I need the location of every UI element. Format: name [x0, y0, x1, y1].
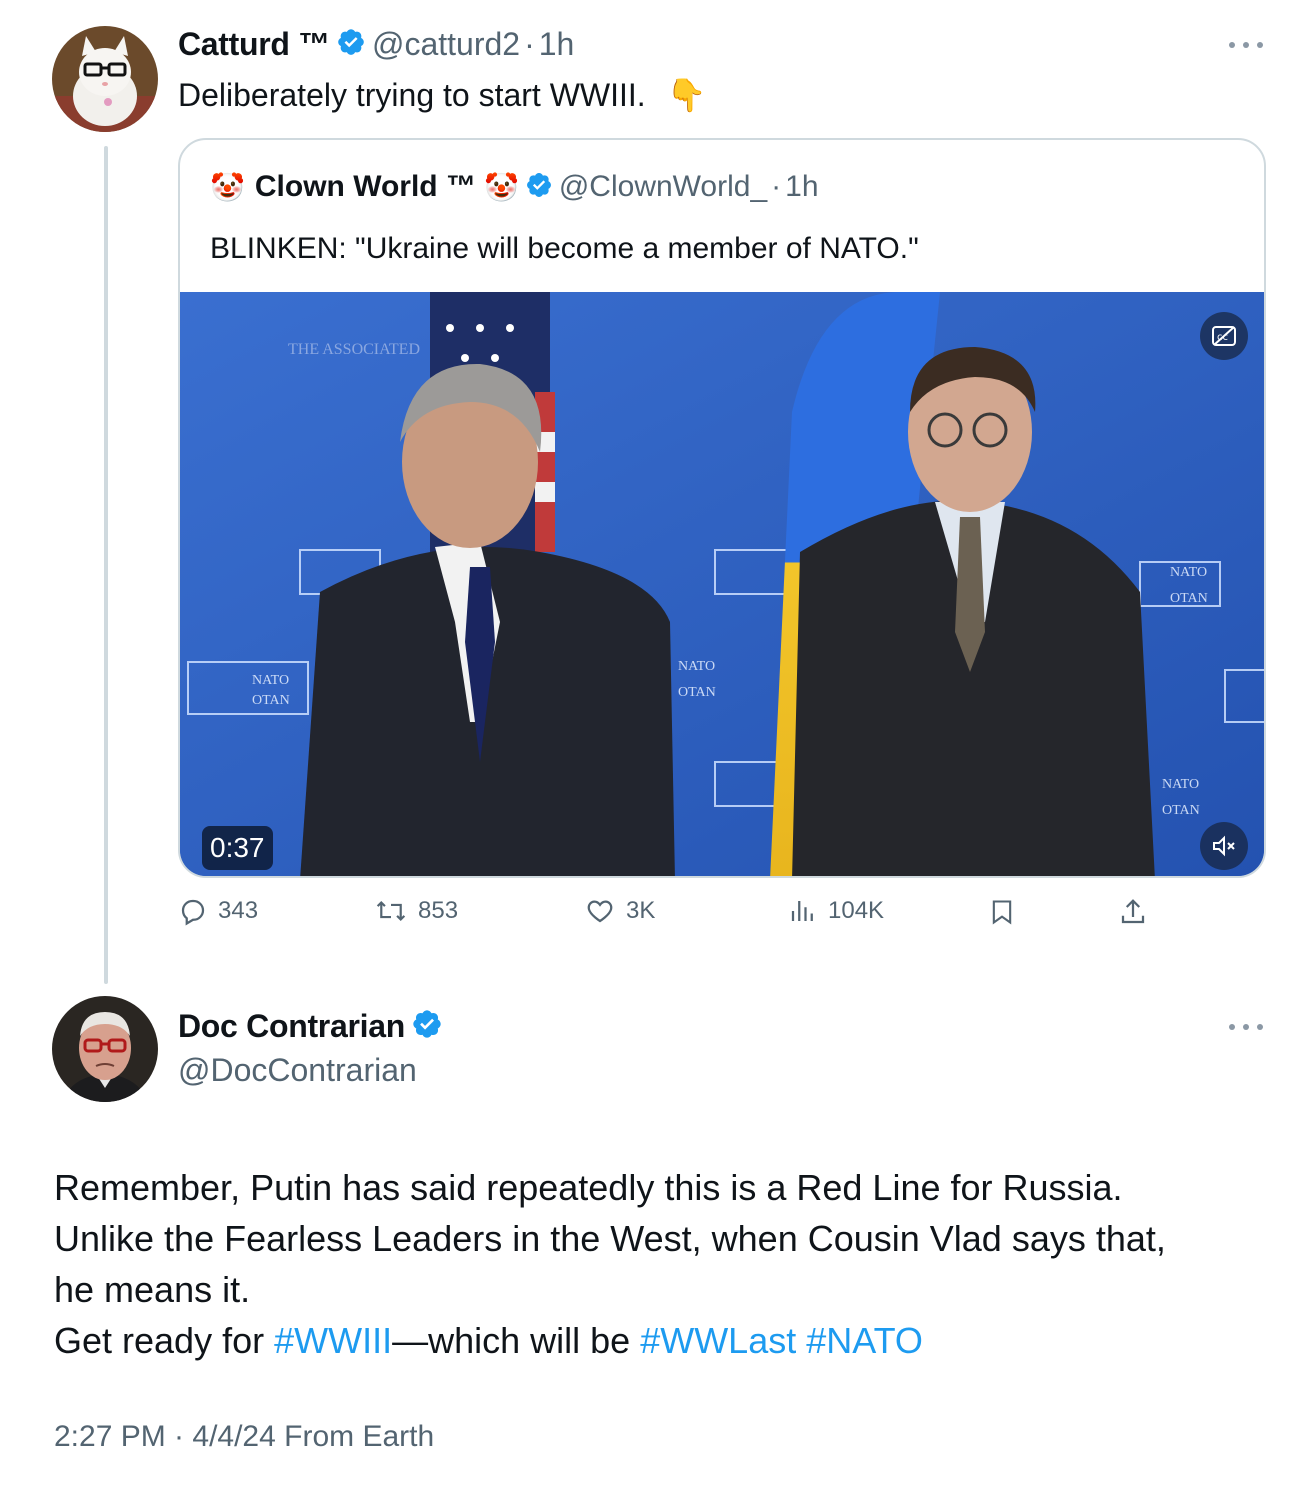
- tweet2-line: Remember, Putin has said repeatedly this…: [54, 1167, 1123, 1208]
- verified-badge-icon: [525, 171, 553, 204]
- catturd-avatar[interactable]: [52, 26, 158, 132]
- tweet1-more-icon[interactable]: [1229, 40, 1263, 50]
- verified-badge-icon: [411, 1008, 443, 1045]
- share-button[interactable]: [1118, 896, 1148, 928]
- quoted-tweet[interactable]: 🤡 Clown World ™ 🤡 @ClownWorld_ · 1h BLIN…: [178, 138, 1266, 878]
- repost-icon: [376, 900, 406, 922]
- tweet2-text: Remember, Putin has said repeatedly this…: [54, 1162, 1284, 1366]
- reply-icon: [181, 899, 205, 926]
- repost-button[interactable]: 853: [374, 896, 458, 926]
- hashtag-wwlast[interactable]: #WWLast: [640, 1320, 796, 1361]
- separator-dot: ·: [524, 26, 535, 62]
- reply-button[interactable]: 343: [178, 896, 258, 926]
- video-text: NATO: [252, 673, 289, 688]
- tweet1-time[interactable]: 1h: [539, 26, 575, 63]
- tweet1-text: Deliberately trying to start WWIII. 👇: [178, 76, 706, 114]
- watermark: THE ASSOCIATED: [288, 341, 420, 358]
- video-text: NATO: [1162, 777, 1199, 792]
- quote-time: 1h: [785, 170, 819, 203]
- video-text: OTAN: [1170, 591, 1208, 606]
- clown-emoji-2: 🤡: [483, 171, 519, 203]
- quote-header: 🤡 Clown World ™ 🤡 @ClownWorld_ · 1h: [210, 170, 819, 204]
- tweet1-header: Catturd ™ @catturd2 · 1h: [178, 26, 574, 63]
- repost-count: 853: [418, 897, 459, 924]
- video-text: NATO: [1170, 565, 1207, 580]
- text-segment: —which will be: [392, 1320, 641, 1361]
- tweet1-handle[interactable]: @catturd2: [372, 26, 520, 63]
- hashtag-wwiii[interactable]: #WWIII: [274, 1320, 392, 1361]
- tweet2-line: he means it.: [54, 1269, 251, 1310]
- tweet2-handle[interactable]: @DocContrarian: [178, 1052, 417, 1089]
- video-text: OTAN: [678, 685, 716, 700]
- tweet2-header: Doc Contrarian: [178, 1008, 449, 1045]
- video-duration: 0:37: [202, 826, 273, 870]
- views-icon: [791, 901, 813, 921]
- tweet1-author-name[interactable]: Catturd ™: [178, 26, 330, 63]
- share-icon: [1121, 899, 1145, 924]
- bookmark-button[interactable]: [988, 896, 1016, 928]
- video-frame: NATO OTAN NATO OTAN NATO OTAN NATO OTAN …: [180, 292, 1264, 876]
- tweet2-line: Unlike the Fearless Leaders in the West,…: [54, 1218, 1166, 1259]
- quote-author-name[interactable]: Clown World ™: [255, 170, 476, 204]
- tweet2-more-icon[interactable]: [1229, 1022, 1263, 1032]
- tweet1-text-content: Deliberately trying to start WWIII.: [178, 77, 646, 113]
- reply-count: 343: [218, 897, 259, 924]
- text-segment: Get ready for: [54, 1320, 275, 1361]
- views-button[interactable]: 104K: [788, 896, 884, 926]
- pointing-down-emoji: 👇: [666, 77, 707, 113]
- like-count: 3K: [626, 897, 656, 924]
- heart-icon: [587, 900, 613, 923]
- bookmark-icon: [992, 900, 1012, 925]
- verified-badge-icon: [336, 27, 366, 62]
- video-player[interactable]: NATO OTAN NATO OTAN NATO OTAN NATO OTAN …: [180, 292, 1264, 876]
- text-segment: [796, 1320, 806, 1361]
- action-bar: 343 853 3K 104K: [178, 896, 1266, 936]
- doccontrarian-avatar[interactable]: [52, 996, 158, 1102]
- video-text: OTAN: [252, 693, 290, 708]
- video-text: NATO: [678, 659, 715, 674]
- view-count: 104K: [828, 897, 885, 924]
- mute-icon[interactable]: [1200, 822, 1248, 870]
- tweet2-last-line: Get ready for #WWIII—which will be #WWLa…: [54, 1315, 1284, 1366]
- clown-emoji: 🤡: [210, 171, 245, 203]
- thread-line: [104, 146, 108, 984]
- hashtag-nato[interactable]: #NATO: [806, 1320, 923, 1361]
- like-button[interactable]: 3K: [584, 896, 655, 926]
- quote-text: BLINKEN: "Ukraine will become a member o…: [210, 232, 919, 265]
- video-text: OTAN: [1162, 803, 1200, 818]
- tweet2-author-name[interactable]: Doc Contrarian: [178, 1008, 405, 1045]
- captions-icon[interactable]: cc: [1200, 312, 1248, 360]
- tweet2-timestamp[interactable]: 2:27 PM · 4/4/24 From Earth: [54, 1420, 434, 1454]
- quote-handle[interactable]: @ClownWorld_: [559, 170, 767, 204]
- separator-dot: ·: [771, 170, 782, 203]
